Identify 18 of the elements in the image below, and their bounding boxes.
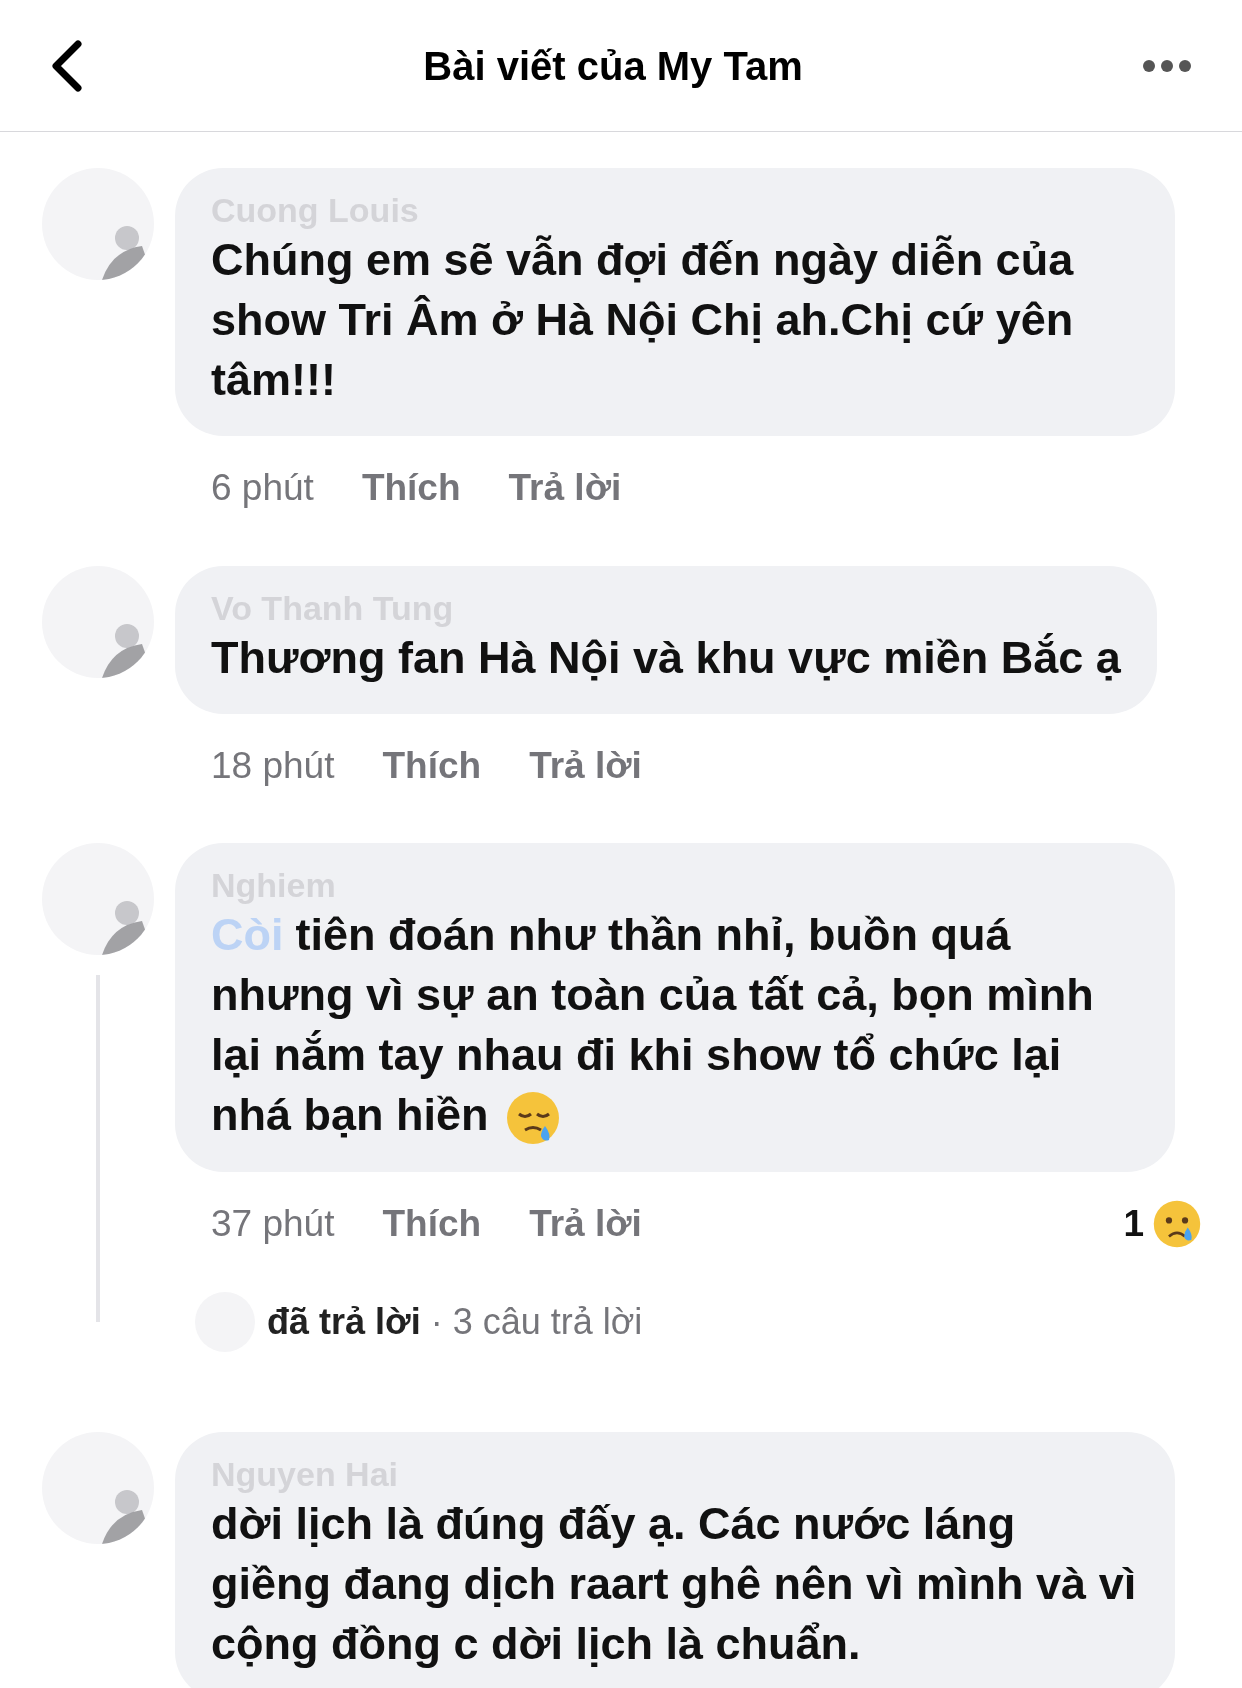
view-replies-link[interactable]: đã trả lời · 3 câu trả lời [267,1294,643,1349]
comment-time: 37 phút [211,1202,335,1247]
like-button[interactable]: Thích [382,737,482,793]
like-button[interactable]: Thích [361,460,461,516]
reply-button[interactable]: Trả lời [529,737,642,793]
crying-face-icon [1152,1198,1202,1249]
reaction-count: 1 [1123,1202,1144,1247]
back-icon[interactable] [50,39,84,92]
comment-text: Chúng em sẽ vẫn đợi đến ngày diễn của show Tri Âm ở Hà Nội Chị ah.Chị cứ yên tâm!!! [211,233,1075,407]
like-button[interactable]: Thích [382,1196,482,1252]
comment-time: 18 phút [211,743,335,788]
comment-text: dời lịch là đúng đấy ạ. Các nước láng giềng đang dịch raart ghê nên vì mình và vì cộng đồng c dời lịch là chuẩn. [211,1496,1138,1671]
reply-button[interactable]: Trả lời [529,1196,642,1252]
more-icon[interactable] [1142,58,1192,73]
comment-text: Thương fan Hà Nội và khu vực miền Bắc ạ [211,630,1121,685]
page-title: Bài viết của My Tam [423,42,803,90]
reply-button[interactable]: Trả lời [508,460,622,516]
comment-time: 6 phút [211,466,314,510]
